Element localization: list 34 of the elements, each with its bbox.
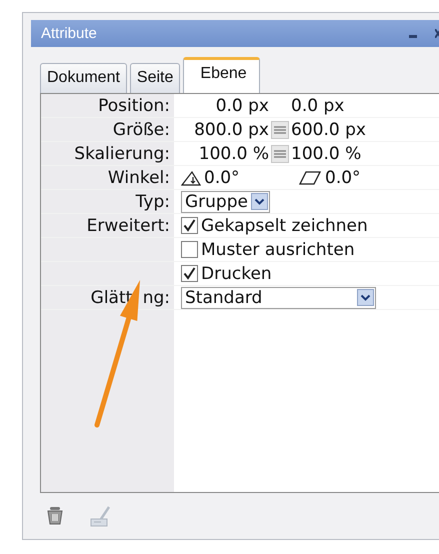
field-label: Position: bbox=[97, 96, 171, 116]
window-title: Attribute bbox=[41, 25, 98, 42]
link-toggle[interactable] bbox=[271, 120, 289, 138]
lines-icon bbox=[273, 148, 287, 160]
checkbox[interactable] bbox=[181, 241, 198, 258]
checkbox-label[interactable]: Gekapselt zeichnen bbox=[201, 216, 368, 236]
skew-field[interactable]: 0.0° bbox=[325, 168, 361, 188]
dropdown[interactable]: Standard bbox=[181, 286, 376, 308]
trash-icon[interactable] bbox=[47, 507, 63, 525]
value-field[interactable]: 100.0 % bbox=[291, 144, 362, 164]
link-toggle[interactable] bbox=[271, 144, 289, 162]
value-field[interactable]: 100.0 % bbox=[181, 144, 269, 164]
angle-icon bbox=[181, 170, 201, 186]
checkbox-label[interactable]: Muster ausrichten bbox=[201, 240, 355, 260]
checkbox[interactable] bbox=[181, 217, 198, 234]
tab[interactable]: Dokument bbox=[40, 63, 127, 93]
value-field[interactable]: 800.0 px bbox=[181, 120, 269, 140]
angle-field[interactable]: 0.0° bbox=[204, 168, 299, 188]
tab[interactable]: Ebene bbox=[183, 57, 260, 93]
parallelogram-icon bbox=[299, 170, 321, 184]
field-label: Glätt ng: bbox=[90, 288, 171, 308]
field-label: Winkel: bbox=[106, 168, 171, 188]
lines-icon bbox=[273, 124, 287, 136]
tab[interactable]: Seite bbox=[130, 63, 180, 93]
field-label: Größe: bbox=[112, 120, 171, 140]
dropdown[interactable]: Gruppe bbox=[181, 190, 270, 212]
field-label: Skalierung: bbox=[73, 144, 171, 164]
field-label: Typ: bbox=[134, 192, 171, 212]
checkbox[interactable] bbox=[181, 265, 198, 282]
checkbox-label[interactable]: Drucken bbox=[201, 264, 272, 284]
value-field[interactable]: 0.0 px bbox=[181, 96, 269, 116]
value-field[interactable]: 0.0 px bbox=[291, 96, 344, 116]
value-field[interactable]: 600.0 px bbox=[291, 120, 366, 140]
field-label: Erweitert: bbox=[86, 216, 171, 236]
